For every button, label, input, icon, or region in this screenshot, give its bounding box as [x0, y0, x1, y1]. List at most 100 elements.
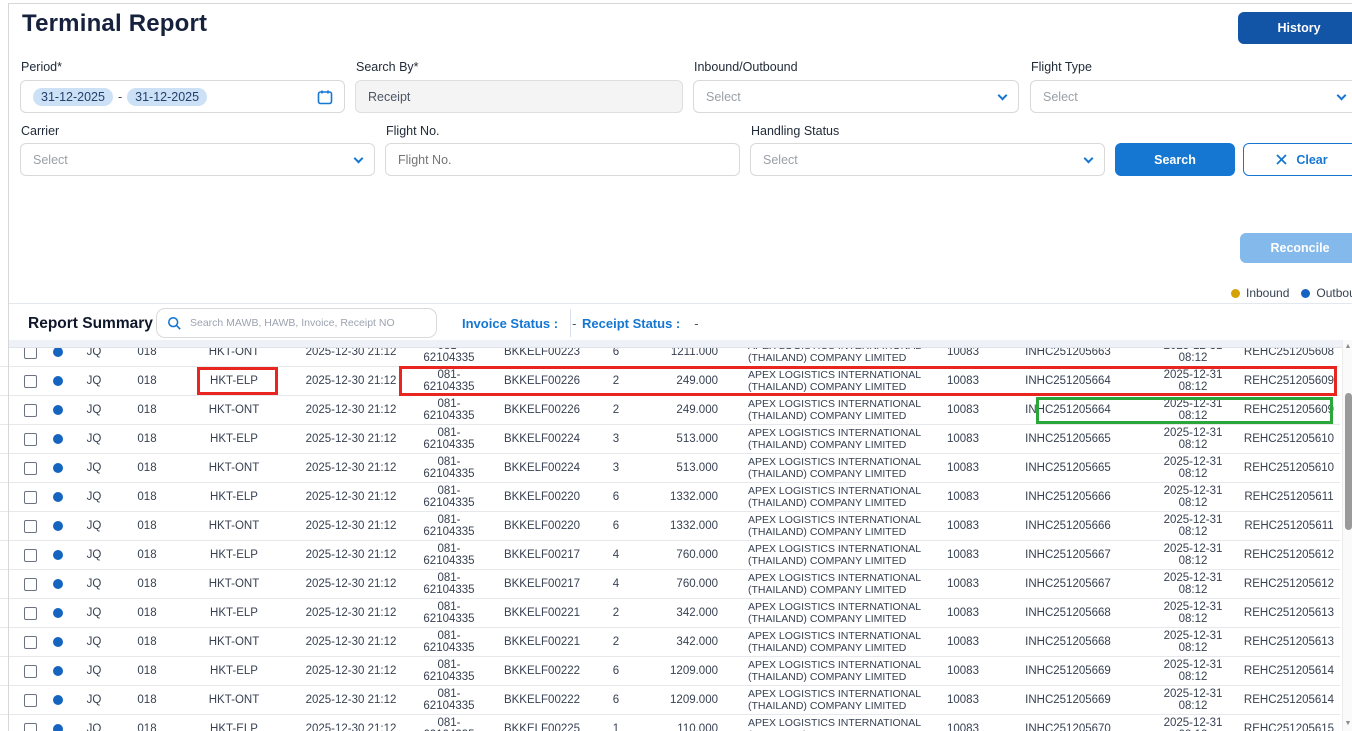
scroll-up-icon[interactable]: ▲ [1344, 343, 1352, 351]
cell-datetime: 2025-12-30 21:12 [290, 396, 412, 424]
outbound-dot-icon [53, 550, 63, 560]
cell-route: HKT-ONT [178, 570, 290, 598]
cell-carrier: JQ [72, 686, 116, 714]
row-checkbox[interactable] [24, 723, 37, 731]
handling-status-label: Handling Status [751, 124, 839, 138]
row-checkbox[interactable] [24, 348, 37, 359]
period-field[interactable]: 31-12-2025 - 31-12-2025 [20, 80, 345, 113]
summary-search-input[interactable] [190, 317, 426, 329]
search-by-label: Search By* [356, 60, 419, 74]
cell-route: HKT-ONT [178, 348, 290, 366]
row-checkbox[interactable] [24, 665, 37, 678]
cell-code: 10083 [938, 686, 988, 714]
cell-pcs: 2 [598, 367, 634, 395]
company-name: APEX LOGISTICS INTERNATIONAL(THAILAND) C… [748, 485, 921, 509]
row-checkbox[interactable] [24, 462, 37, 475]
table-row: JQ018HKT-ONT2025-12-30 21:12081-62104335… [0, 686, 1340, 715]
calendar-icon[interactable] [317, 89, 333, 105]
flight-type-select[interactable]: Select [1030, 80, 1352, 113]
company-name: APEX LOGISTICS INTERNATIONAL(THAILAND) C… [748, 601, 921, 625]
inbound-outbound-value: Select [706, 90, 741, 104]
inbound-outbound-label: Inbound/Outbound [694, 60, 798, 74]
row-checkbox[interactable] [24, 694, 37, 707]
cell-receipt_time: 2025-12-31 08:12 [1148, 715, 1238, 731]
row-checkbox[interactable] [24, 607, 37, 620]
cell-datetime: 2025-12-30 21:12 [290, 628, 412, 656]
outbound-dot-icon [53, 666, 63, 676]
flight-no-field[interactable] [385, 143, 740, 176]
cell-pcs: 6 [598, 657, 634, 685]
cell-receipt_no: REHC251205614 [1238, 686, 1340, 714]
table-vertical-scrollbar[interactable]: ▲ ▼ [1342, 340, 1352, 731]
cell-datetime: 2025-12-30 21:12 [290, 348, 412, 366]
company-name: APEX LOGISTICS INTERNATIONAL(THAILAND) C… [748, 514, 921, 538]
cell-checkbox [0, 454, 44, 482]
cell-receipt_no: REHC251205608 [1238, 348, 1340, 366]
handling-status-select[interactable]: Select [750, 143, 1105, 176]
flight-no-input[interactable] [386, 144, 739, 175]
scroll-down-icon[interactable]: ▼ [1344, 720, 1352, 728]
outbound-dot-icon [53, 579, 63, 589]
cell-inbound_no: INHC251205666 [988, 483, 1148, 511]
cell-amount: 1209.000 [634, 657, 718, 685]
cell-direction-dot [44, 570, 72, 598]
company-name: APEX LOGISTICS INTERNATIONAL(THAILAND) C… [748, 348, 921, 364]
outbound-dot-icon [53, 463, 63, 473]
scrollbar-thumb[interactable] [1345, 393, 1352, 530]
cell-receipt_time: 2025-12-31 08:12 [1148, 512, 1238, 540]
cell-code: 10083 [938, 599, 988, 627]
cell-checkbox [0, 570, 44, 598]
company-name: APEX LOGISTICS INTERNATIONAL(THAILAND) C… [748, 717, 921, 731]
row-checkbox[interactable] [24, 636, 37, 649]
search-button[interactable]: Search [1115, 143, 1235, 176]
cell-route: HKT-ELP [178, 657, 290, 685]
cell-datetime: 2025-12-30 21:12 [290, 454, 412, 482]
cell-code: 10083 [938, 541, 988, 569]
cell-datetime: 2025-12-30 21:12 [290, 657, 412, 685]
cell-datetime: 2025-12-30 21:12 [290, 541, 412, 569]
cell-mawb: 081-62104335 [412, 570, 486, 598]
cell-receipt_time: 2025-12-31 08:12 [1148, 657, 1238, 685]
cell-receipt_no: REHC251205612 [1238, 570, 1340, 598]
history-button[interactable]: History [1238, 12, 1352, 44]
row-checkbox[interactable] [24, 549, 37, 562]
row-checkbox[interactable] [24, 520, 37, 533]
cell-code: 10083 [938, 628, 988, 656]
flight-type-label: Flight Type [1031, 60, 1092, 74]
cell-pcs: 3 [598, 425, 634, 453]
summary-search-box[interactable] [156, 308, 437, 338]
row-checkbox[interactable] [24, 491, 37, 504]
cell-inbound_no: INHC251205667 [988, 570, 1148, 598]
row-checkbox[interactable] [24, 375, 37, 388]
inbound-outbound-select[interactable]: Select [693, 80, 1019, 113]
cell-mawb: 081-62104335 [412, 628, 486, 656]
cell-receipt_no: REHC251205615 [1238, 715, 1340, 731]
cell-datetime: 2025-12-30 21:12 [290, 512, 412, 540]
cell-mawb: 081-62104335 [412, 396, 486, 424]
cell-flight: 018 [116, 512, 178, 540]
cell-inbound_no: INHC251205663 [988, 348, 1148, 366]
row-checkbox[interactable] [24, 433, 37, 446]
reconcile-button[interactable]: Reconcile [1240, 233, 1352, 263]
period-from-chip[interactable]: 31-12-2025 [33, 88, 113, 106]
table-row: JQ018HKT-ELP2025-12-30 21:12081-62104335… [0, 541, 1340, 570]
cell-carrier: JQ [72, 367, 116, 395]
cell-datetime: 2025-12-30 21:12 [290, 686, 412, 714]
cell-mawb: 081-62104335 [412, 454, 486, 482]
clear-button[interactable]: Clear [1243, 143, 1352, 176]
row-checkbox[interactable] [24, 578, 37, 591]
cell-mawb: 081-62104335 [412, 686, 486, 714]
cell-company: APEX LOGISTICS INTERNATIONAL(THAILAND) C… [718, 425, 938, 453]
cell-checkbox [0, 425, 44, 453]
cell-code: 10083 [938, 425, 988, 453]
cell-company: APEX LOGISTICS INTERNATIONAL(THAILAND) C… [718, 454, 938, 482]
cell-company: APEX LOGISTICS INTERNATIONAL(THAILAND) C… [718, 541, 938, 569]
period-to-chip[interactable]: 31-12-2025 [127, 88, 207, 106]
table-header-strip [9, 340, 1342, 348]
carrier-select[interactable]: Select [20, 143, 375, 176]
row-checkbox[interactable] [24, 404, 37, 417]
cell-amount: 249.000 [634, 396, 718, 424]
cell-receipt_time: 2025-12-31 08:12 [1148, 483, 1238, 511]
search-by-value: Receipt [368, 90, 410, 104]
company-name: APEX LOGISTICS INTERNATIONAL(THAILAND) C… [748, 456, 921, 480]
